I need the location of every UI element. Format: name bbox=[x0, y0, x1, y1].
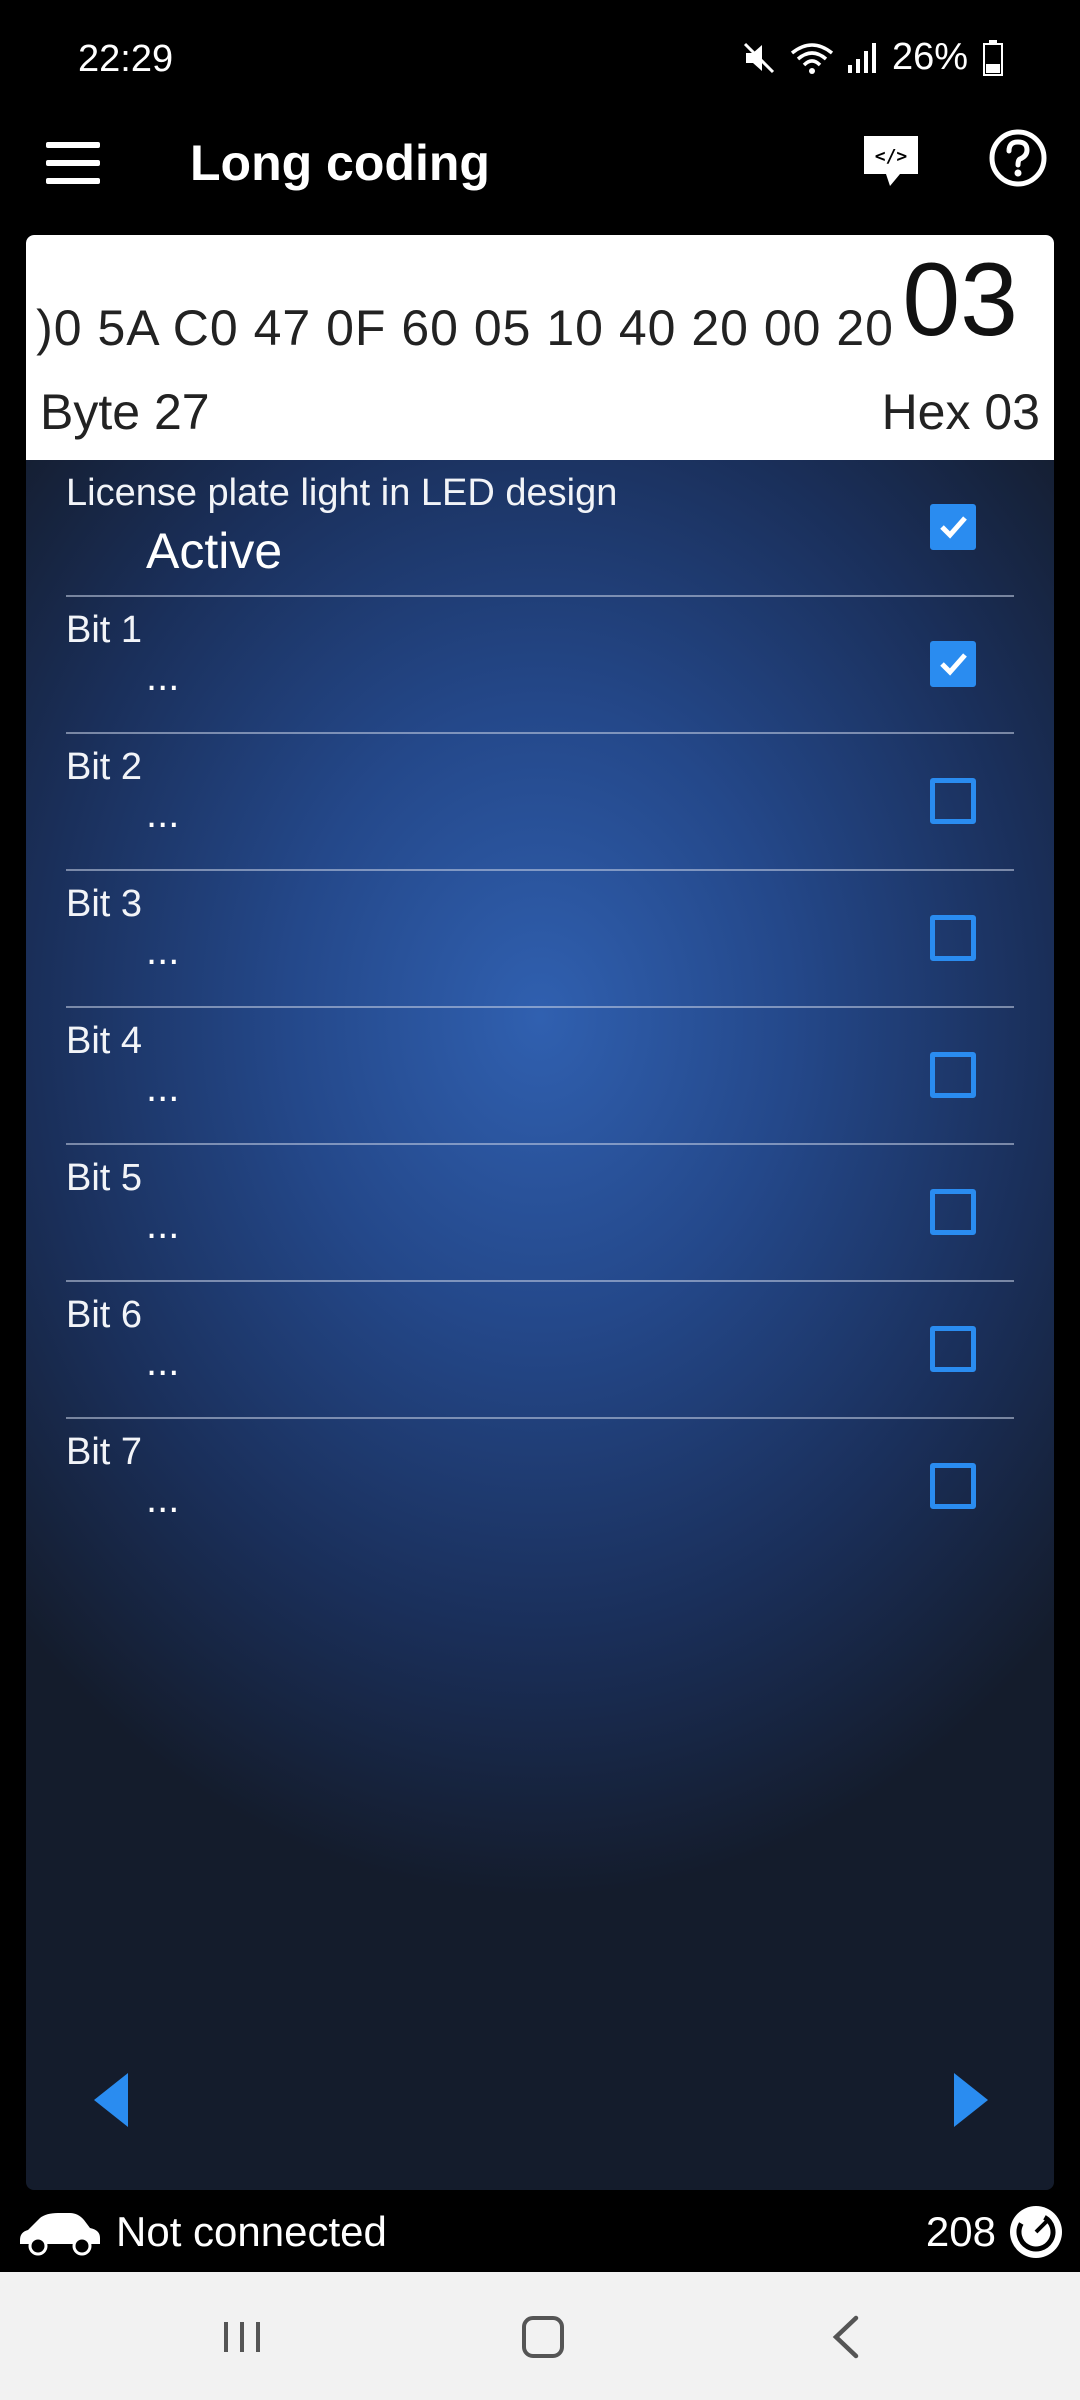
bit-list: License plate light in LED design Active… bbox=[26, 460, 1054, 1556]
list-item[interactable]: Bit 2 ... bbox=[66, 734, 1014, 871]
hex-header: )0 5A C0 47 0F 60 05 10 40 20 00 20 03 B… bbox=[26, 235, 1054, 460]
hex-label: Hex 03 bbox=[881, 384, 1040, 440]
bit-title: License plate light in LED design bbox=[66, 472, 618, 514]
list-item[interactable]: Bit 1 ... bbox=[66, 597, 1014, 734]
bit-checkbox[interactable] bbox=[930, 915, 976, 961]
arrow-left-icon[interactable] bbox=[94, 2073, 128, 2127]
list-item[interactable]: Bit 7 ... bbox=[66, 1419, 1014, 1556]
app-bar: Long coding </> bbox=[0, 100, 1080, 230]
bit-title: Bit 3 bbox=[66, 883, 143, 925]
connection-status: Not connected bbox=[116, 2208, 387, 2255]
code-icon[interactable]: </> bbox=[860, 132, 922, 190]
hex-stream[interactable]: )0 5A C0 47 0F 60 05 10 40 20 00 20 bbox=[34, 299, 894, 357]
system-nav-bar bbox=[0, 2272, 1080, 2400]
car-icon[interactable] bbox=[18, 2210, 102, 2256]
signal-icon bbox=[847, 42, 876, 73]
bit-checkbox[interactable] bbox=[930, 1326, 976, 1372]
bit-value: ... bbox=[146, 655, 180, 699]
back-icon[interactable] bbox=[826, 2314, 866, 2360]
connection-bar: Not connected 208 bbox=[0, 2190, 1080, 2272]
bit-title: Bit 4 bbox=[66, 1020, 143, 1062]
page-title: Long coding bbox=[190, 135, 490, 191]
battery-percent: 26% bbox=[891, 36, 968, 78]
mute-icon bbox=[743, 42, 774, 73]
bit-value: ... bbox=[146, 792, 180, 836]
bit-title: Bit 1 bbox=[66, 609, 143, 651]
list-item[interactable]: Bit 5 ... bbox=[66, 1145, 1014, 1282]
bit-value: ... bbox=[146, 1340, 180, 1384]
status-icons: 26% bbox=[742, 36, 1004, 79]
list-item[interactable]: Bit 6 ... bbox=[66, 1282, 1014, 1419]
bit-value: ... bbox=[146, 1066, 180, 1110]
help-icon[interactable] bbox=[988, 128, 1048, 188]
status-time: 22:29 bbox=[78, 38, 174, 80]
wifi-icon bbox=[790, 42, 834, 74]
bit-title: Bit 2 bbox=[66, 746, 143, 788]
bit-checkbox[interactable] bbox=[930, 1052, 976, 1098]
current-hex-value: 03 bbox=[902, 242, 1018, 358]
list-item[interactable]: Bit 4 ... bbox=[66, 1008, 1014, 1145]
svg-text:</>: </> bbox=[875, 146, 908, 167]
bit-title: Bit 7 bbox=[66, 1431, 143, 1473]
menu-icon[interactable] bbox=[46, 142, 100, 186]
bit-checkbox[interactable] bbox=[930, 1189, 976, 1235]
arrow-right-icon[interactable] bbox=[954, 2073, 988, 2127]
bit-checkbox[interactable] bbox=[930, 641, 976, 687]
byte-label: Byte 27 bbox=[40, 384, 210, 440]
list-item[interactable]: Bit 3 ... bbox=[66, 871, 1014, 1008]
battery-icon bbox=[983, 39, 1003, 76]
bit-value: ... bbox=[146, 929, 180, 973]
bit-value: Active bbox=[146, 523, 283, 579]
recents-icon[interactable] bbox=[222, 2318, 262, 2356]
bit-checkbox[interactable] bbox=[930, 778, 976, 824]
coding-panel: )0 5A C0 47 0F 60 05 10 40 20 00 20 03 B… bbox=[26, 235, 1054, 2190]
connection-count: 208 bbox=[925, 2208, 996, 2255]
bit-title: Bit 5 bbox=[66, 1157, 143, 1199]
bit-value: ... bbox=[146, 1203, 180, 1247]
bit-checkbox[interactable] bbox=[930, 504, 976, 550]
home-icon[interactable] bbox=[522, 2316, 564, 2358]
bit-value: ... bbox=[146, 1477, 180, 1521]
bit-checkbox[interactable] bbox=[930, 1463, 976, 1509]
gauge-icon[interactable] bbox=[1008, 2204, 1064, 2260]
bit-title: Bit 6 bbox=[66, 1294, 143, 1336]
list-item[interactable]: License plate light in LED design Active bbox=[66, 460, 1014, 597]
